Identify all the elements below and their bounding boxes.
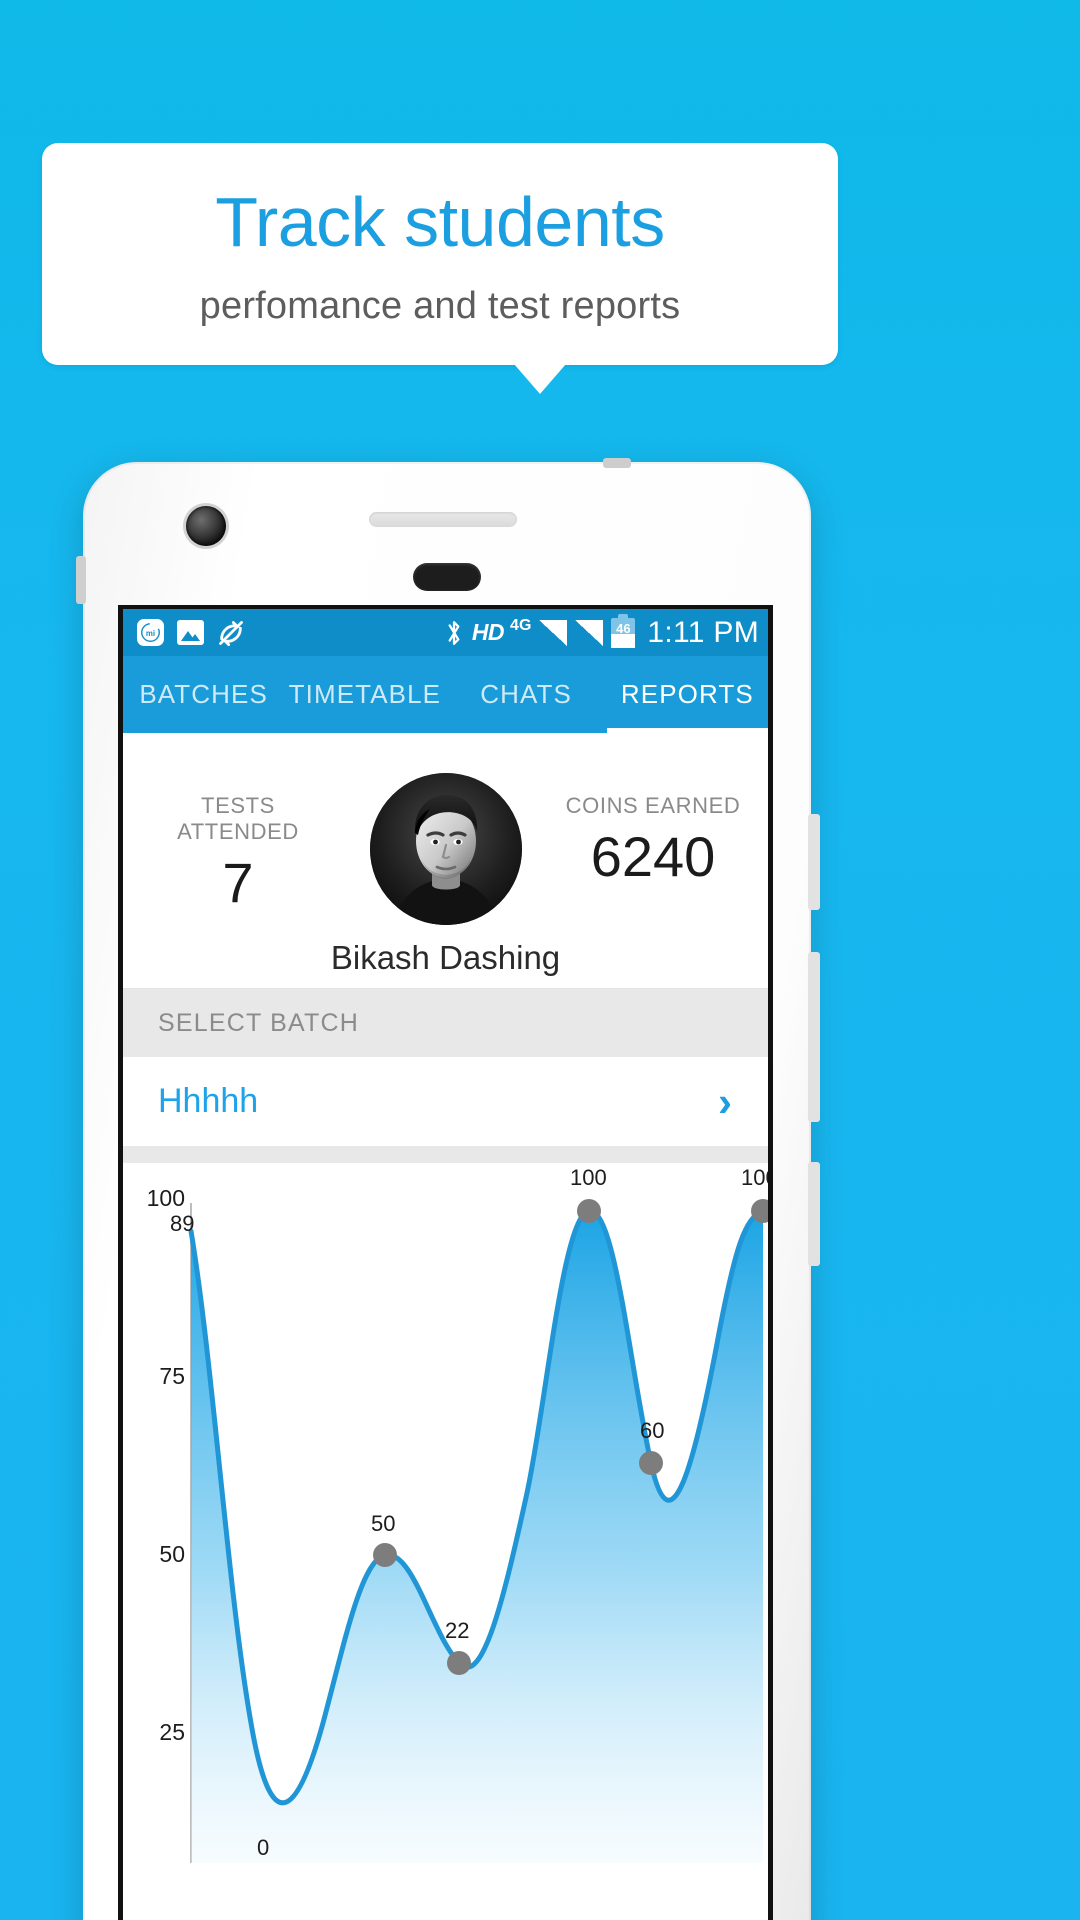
y-tick-100: 100	[146, 1185, 185, 1211]
chart-label-22: 22	[445, 1618, 470, 1643]
battery-level-label: 46	[616, 621, 631, 636]
chart-point-22	[447, 1651, 471, 1675]
section-spacer	[123, 1146, 768, 1163]
battery-icon: 46	[611, 613, 636, 648]
chart-point-50	[373, 1543, 397, 1567]
chart-point-100-a	[577, 1199, 601, 1223]
selected-batch-label: Hhhhh	[158, 1082, 259, 1120]
promo-subtitle: perfomance and test reports	[199, 285, 681, 328]
clock-label: 1:11 PM	[647, 615, 759, 649]
chart-svg	[188, 1199, 768, 1863]
y-tick-25: 25	[159, 1719, 185, 1745]
chart-label-60: 60	[640, 1418, 665, 1443]
status-bar: mi HD 4G 46 1:11 PM	[123, 609, 768, 656]
signal-bars-icon-1	[539, 619, 568, 646]
svg-text:mi: mi	[146, 629, 155, 638]
coins-earned-stat: COINS EARNED 6240	[558, 773, 748, 885]
select-batch-header: SELECT BATCH	[123, 989, 768, 1057]
network-type-label: 4G	[510, 616, 532, 634]
tests-attended-stat: TESTS ATTENDED 7	[143, 773, 333, 911]
chart-point-60	[639, 1451, 663, 1475]
coins-earned-label: COINS EARNED	[565, 793, 741, 818]
tab-timetable[interactable]: TIMETABLE	[284, 679, 445, 710]
chart-label-100-b: 100	[741, 1165, 768, 1190]
profile-summary: TESTS ATTENDED 7 Bikash Dashing COINS EA…	[123, 733, 768, 988]
phone-top-nub	[603, 458, 631, 468]
promo-bubble-tail	[514, 364, 566, 394]
phone-mockup: mi HD 4G 46 1:11 PM BATCHES TIMETABLE CH…	[76, 458, 820, 1920]
chart-label-100-a: 100	[570, 1165, 607, 1190]
promo-title: Track students	[215, 182, 665, 261]
phone-side-button-mid	[808, 952, 820, 1122]
tab-chats[interactable]: CHATS	[446, 679, 607, 710]
tests-attended-label: TESTS ATTENDED	[177, 793, 299, 844]
earpiece-speaker	[369, 512, 517, 527]
chart-label-50: 50	[371, 1511, 396, 1536]
coins-earned-value: 6240	[590, 825, 716, 888]
mi-icon: mi	[137, 619, 164, 646]
bluetooth-icon	[444, 619, 464, 647]
tests-attended-value: 7	[222, 851, 254, 914]
performance-chart: 100 75 50 25 89 0 50 22 100 60 100	[123, 1163, 768, 1863]
chevron-right-icon[interactable]: ›	[718, 1080, 732, 1123]
gallery-icon	[177, 620, 204, 645]
status-bar-left-icons: mi	[137, 619, 245, 647]
avatar[interactable]	[369, 773, 522, 925]
sync-disabled-icon	[217, 619, 245, 647]
chart-label-89: 89	[170, 1211, 195, 1236]
profile-name: Bikash Dashing	[330, 939, 561, 976]
front-camera-icon	[186, 506, 226, 546]
phone-side-button-bottom	[808, 1162, 820, 1266]
batch-selector-row[interactable]: Hhhhh ›	[123, 1057, 768, 1146]
tab-bar: BATCHES TIMETABLE CHATS REPORTS	[123, 656, 768, 733]
status-bar-right-icons: HD 4G 46 1:11 PM	[444, 613, 759, 650]
chart-area-fill	[191, 1210, 763, 1863]
home-button[interactable]	[413, 563, 481, 591]
tab-batches[interactable]: BATCHES	[123, 679, 284, 710]
tab-reports[interactable]: REPORTS	[607, 679, 768, 710]
profile-avatar-block: Bikash Dashing	[331, 773, 560, 977]
chart-label-0: 0	[257, 1835, 270, 1860]
hd-voice-label: HD	[471, 619, 505, 645]
promo-bubble: Track students perfomance and test repor…	[42, 143, 838, 365]
y-tick-50: 50	[159, 1541, 185, 1567]
phone-side-button-top	[808, 814, 820, 910]
signal-bars-icon-2	[575, 619, 604, 646]
y-tick-75: 75	[159, 1363, 185, 1389]
phone-screen: mi HD 4G 46 1:11 PM BATCHES TIMETABLE CH…	[118, 605, 773, 1920]
phone-left-nub	[76, 556, 86, 604]
